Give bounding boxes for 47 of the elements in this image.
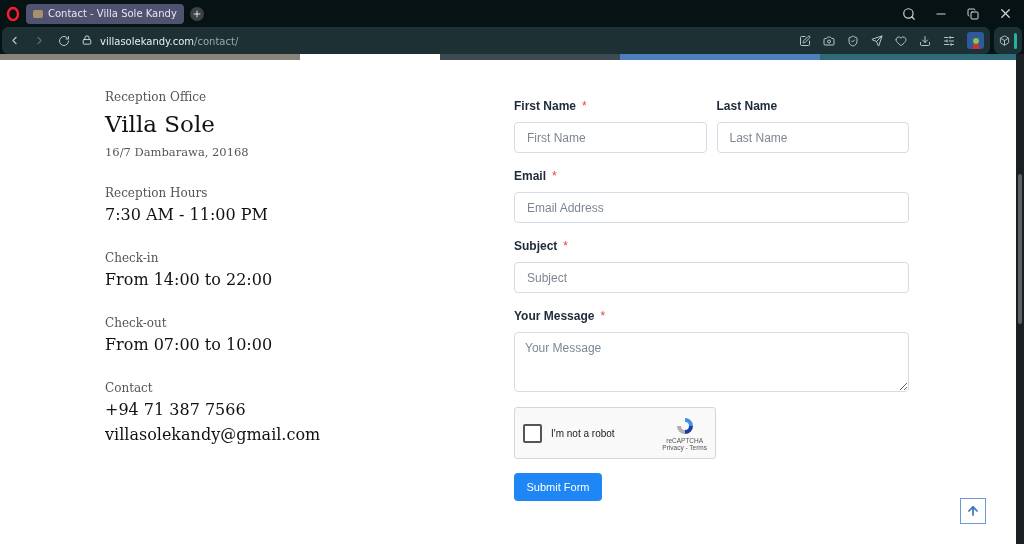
required-mark: * xyxy=(582,98,587,115)
captcha-checkbox[interactable] xyxy=(523,423,542,443)
required-mark: * xyxy=(563,238,568,255)
field-label: Last Name xyxy=(716,98,778,115)
info-label: Reception Hours xyxy=(105,185,209,202)
scrollbar-thumb[interactable] xyxy=(1018,174,1022,324)
shield-icon[interactable] xyxy=(847,34,859,47)
pen-icon[interactable] xyxy=(799,34,811,47)
new-tab-button[interactable] xyxy=(189,6,204,21)
input-field[interactable]: Subject xyxy=(514,262,909,293)
cube-icon[interactable] xyxy=(999,35,1010,46)
info-value: 7:30 AM - 11:00 PM xyxy=(105,204,269,226)
required-mark: * xyxy=(600,308,606,325)
settings-icon[interactable] xyxy=(943,34,955,47)
download-icon[interactable] xyxy=(919,34,931,47)
sidebar-handle[interactable] xyxy=(1014,32,1017,49)
info-label: Check-in xyxy=(105,250,160,267)
info-value: From 14:00 to 22:00 xyxy=(105,269,274,291)
input-field[interactable]: First Name xyxy=(514,122,707,153)
field-label: Email xyxy=(514,168,546,185)
hotel-name: Villa Sole xyxy=(105,110,216,139)
required-mark: * xyxy=(552,168,557,185)
scroll-top-button[interactable] xyxy=(960,498,986,524)
info-value: villasolekandy@gmail.com xyxy=(105,424,322,446)
info-label: Reception Office xyxy=(105,89,208,106)
field-label: First Name xyxy=(514,98,577,115)
browser-tab[interactable]: Contact - Villa Sole Kandy xyxy=(26,3,184,24)
address-text: 16/7 Dambarawa, 20168 xyxy=(105,144,250,161)
field-label: Your Message xyxy=(514,308,595,325)
input-field[interactable]: Last Name xyxy=(716,122,909,153)
message-field[interactable]: Your Message xyxy=(514,332,909,392)
reload-icon[interactable] xyxy=(58,34,70,47)
avatar-icon[interactable] xyxy=(967,32,984,49)
heart-icon[interactable] xyxy=(895,34,907,47)
info-label: Contact xyxy=(105,380,154,397)
camera-icon[interactable] xyxy=(823,34,835,47)
field-label: Subject xyxy=(514,238,558,255)
info-value: +94 71 387 7566 xyxy=(105,399,247,421)
site-favicon-icon xyxy=(33,9,43,18)
lock-icon xyxy=(82,34,92,45)
input-field[interactable]: Email Address xyxy=(514,192,909,223)
send-icon[interactable] xyxy=(871,34,883,47)
info-value: From 07:00 to 10:00 xyxy=(105,334,274,356)
submit-button[interactable]: Submit Form xyxy=(514,473,602,501)
captcha-label: I'm not a robot xyxy=(551,427,616,439)
info-label: Check-out xyxy=(105,315,168,332)
opera-logo-icon[interactable] xyxy=(6,6,20,21)
